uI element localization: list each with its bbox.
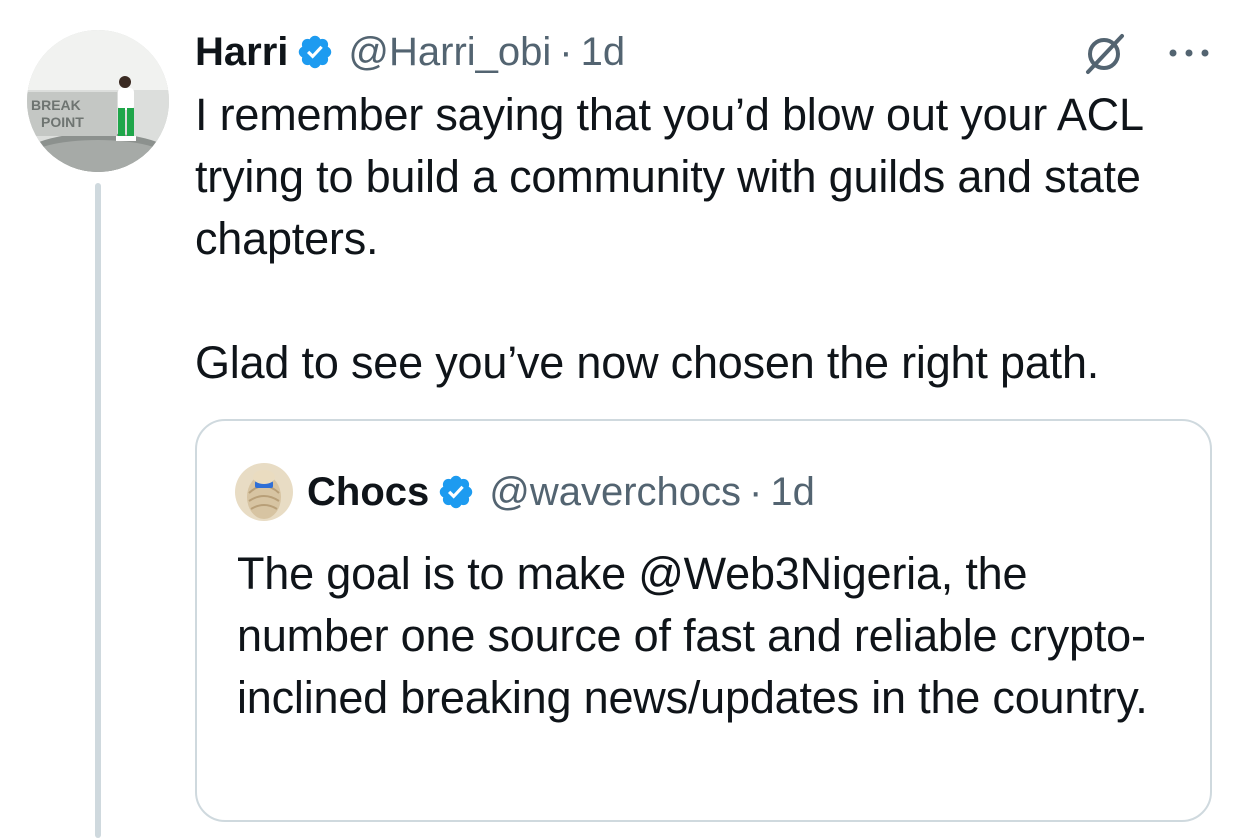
tweet[interactable]: BREAK POINT Harri @Harri_obi · 1d I reme… bbox=[0, 0, 1242, 838]
quoted-separator-dot: · bbox=[749, 469, 763, 514]
avatar-logo-line2: POINT bbox=[41, 114, 84, 130]
tweet-timestamp[interactable]: 1d bbox=[581, 30, 626, 75]
quoted-author-name[interactable]: Chocs bbox=[307, 470, 429, 515]
author-handle[interactable]: @Harri_obi bbox=[348, 30, 551, 75]
quoted-timestamp[interactable]: 1d bbox=[770, 470, 815, 515]
quoted-author-avatar[interactable] bbox=[235, 463, 293, 521]
thread-connector-line bbox=[95, 183, 101, 838]
separator-dot: · bbox=[559, 29, 573, 74]
grok-icon[interactable] bbox=[1082, 30, 1128, 76]
author-avatar[interactable]: BREAK POINT bbox=[27, 30, 169, 172]
tweet-text: I remember saying that you’d blow out yo… bbox=[195, 84, 1225, 394]
tweet-text-paragraph-2: Glad to see you’ve now chosen the right … bbox=[195, 337, 1100, 388]
author-name[interactable]: Harri bbox=[195, 30, 288, 75]
quoted-author-handle[interactable]: @waverchocs bbox=[489, 470, 741, 515]
header-actions bbox=[1082, 30, 1212, 76]
verified-badge-icon bbox=[299, 35, 332, 69]
quoted-tweet-header: Chocs @waverchocs · 1d bbox=[235, 463, 815, 521]
avatar-image: BREAK POINT bbox=[27, 30, 169, 172]
avatar-logo-line1: BREAK bbox=[31, 97, 81, 113]
tweet-header: Harri @Harri_obi · 1d bbox=[195, 26, 1212, 78]
more-icon[interactable] bbox=[1166, 43, 1212, 63]
quoted-verified-badge-icon bbox=[440, 475, 473, 509]
tweet-text-paragraph-1: I remember saying that you’d blow out yo… bbox=[195, 89, 1143, 264]
quoted-tweet-text: The goal is to make @Web3Nigeria, the nu… bbox=[237, 548, 1148, 723]
quoted-avatar-image bbox=[235, 463, 293, 521]
quoted-tweet-card[interactable]: Chocs @waverchocs · 1d The goal is to ma… bbox=[195, 419, 1212, 822]
